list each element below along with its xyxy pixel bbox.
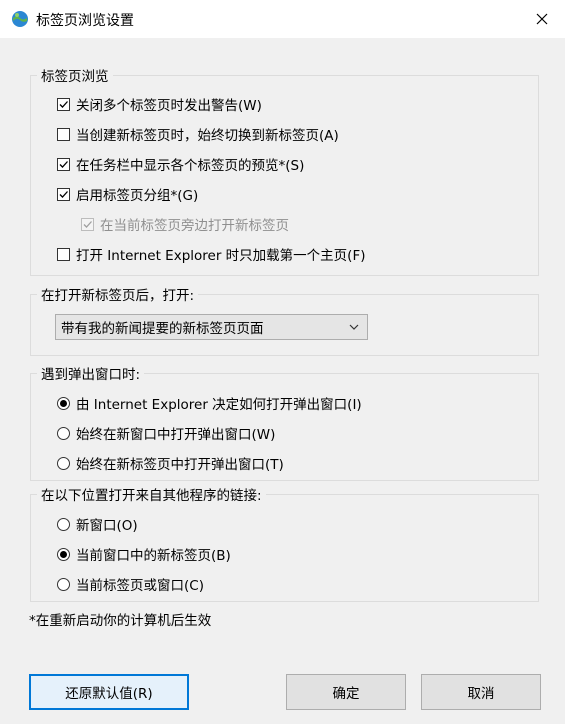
checkmark-icon	[83, 220, 92, 228]
radio-popup-new-window[interactable]	[57, 426, 70, 440]
radio-popup-ie-decides[interactable]	[57, 396, 70, 410]
option-open-next-to-current: 在当前标签页旁边打开新标签页	[81, 214, 289, 234]
radio-popup-new-tab[interactable]	[57, 456, 70, 470]
option-popup-new-tab[interactable]: 始终在新标签页中打开弹出窗口(T)	[57, 453, 284, 473]
label-link-new-window: 新窗口(O)	[76, 518, 138, 534]
restore-defaults-button[interactable]: 还原默认值(R)	[29, 674, 189, 710]
label-link-current-tab: 当前标签页或窗口(C)	[76, 578, 204, 594]
checkmark-icon	[59, 190, 68, 198]
label-switch-new-tab: 当创建新标签页时，始终切换到新标签页(A)	[76, 128, 339, 144]
checkbox-taskbar-previews[interactable]	[57, 157, 70, 171]
label-warn-close-tabs: 关闭多个标签页时发出警告(W)	[76, 98, 262, 114]
checkbox-warn-close-tabs[interactable]	[57, 97, 70, 111]
close-button[interactable]	[519, 0, 565, 38]
checkbox-switch-new-tab[interactable]	[57, 127, 70, 141]
external-links-legend: 在以下位置打开来自其他程序的链接:	[41, 488, 262, 504]
new-tab-page-select[interactable]: 带有我的新闻提要的新标签页页面	[55, 314, 368, 340]
radio-link-current-tab[interactable]	[57, 577, 70, 591]
close-icon	[536, 13, 548, 25]
option-warn-close-tabs[interactable]: 关闭多个标签页时发出警告(W)	[57, 94, 262, 114]
tab-browsing-legend: 标签页浏览	[41, 69, 109, 85]
cancel-button[interactable]: 取消	[421, 674, 541, 710]
label-popup-new-window: 始终在新窗口中打开弹出窗口(W)	[76, 427, 276, 443]
option-link-new-tab[interactable]: 当前窗口中的新标签页(B)	[57, 544, 231, 564]
new-tab-page-selected: 带有我的新闻提要的新标签页页面	[61, 321, 264, 337]
option-tab-groups[interactable]: 启用标签页分组*(G)	[57, 184, 198, 204]
option-link-new-window[interactable]: 新窗口(O)	[57, 514, 138, 534]
checkbox-tab-groups[interactable]	[57, 187, 70, 201]
label-popup-new-tab: 始终在新标签页中打开弹出窗口(T)	[76, 457, 284, 473]
title-bar: 标签页浏览设置	[0, 0, 565, 38]
option-popup-new-window[interactable]: 始终在新窗口中打开弹出窗口(W)	[57, 423, 275, 443]
label-popup-ie-decides: 由 Internet Explorer 决定如何打开弹出窗口(I)	[76, 397, 362, 413]
radio-link-new-tab[interactable]	[57, 547, 70, 561]
option-popup-ie-decides[interactable]: 由 Internet Explorer 决定如何打开弹出窗口(I)	[57, 393, 362, 413]
label-link-new-tab: 当前窗口中的新标签页(B)	[76, 548, 231, 564]
label-taskbar-previews: 在任务栏中显示各个标签页的预览*(S)	[76, 158, 305, 174]
checkmark-icon	[59, 160, 68, 168]
ok-button[interactable]: 确定	[286, 674, 406, 710]
label-load-first-homepage: 打开 Internet Explorer 时只加载第一个主页(F)	[76, 248, 366, 264]
chevron-down-icon	[349, 324, 359, 330]
new-tab-legend: 在打开新标签页后，打开:	[41, 288, 195, 304]
label-open-next-to-current: 在当前标签页旁边打开新标签页	[100, 218, 289, 234]
internet-explorer-globe-icon	[10, 9, 30, 29]
checkbox-open-next-to-current	[81, 217, 94, 231]
option-load-first-homepage[interactable]: 打开 Internet Explorer 时只加载第一个主页(F)	[57, 244, 366, 264]
label-tab-groups: 启用标签页分组*(G)	[76, 188, 199, 204]
option-link-current-tab[interactable]: 当前标签页或窗口(C)	[57, 574, 204, 594]
option-taskbar-previews[interactable]: 在任务栏中显示各个标签页的预览*(S)	[57, 154, 304, 174]
restart-note: *在重新启动你的计算机后生效	[29, 613, 212, 629]
checkmark-icon	[59, 100, 68, 108]
popups-legend: 遇到弹出窗口时:	[41, 367, 141, 383]
radio-link-new-window[interactable]	[57, 517, 70, 531]
option-switch-new-tab[interactable]: 当创建新标签页时，始终切换到新标签页(A)	[57, 124, 339, 144]
radio-selected-dot	[60, 550, 67, 558]
radio-selected-dot	[60, 399, 67, 407]
window-title: 标签页浏览设置	[36, 13, 134, 29]
checkbox-load-first-homepage[interactable]	[57, 247, 70, 261]
